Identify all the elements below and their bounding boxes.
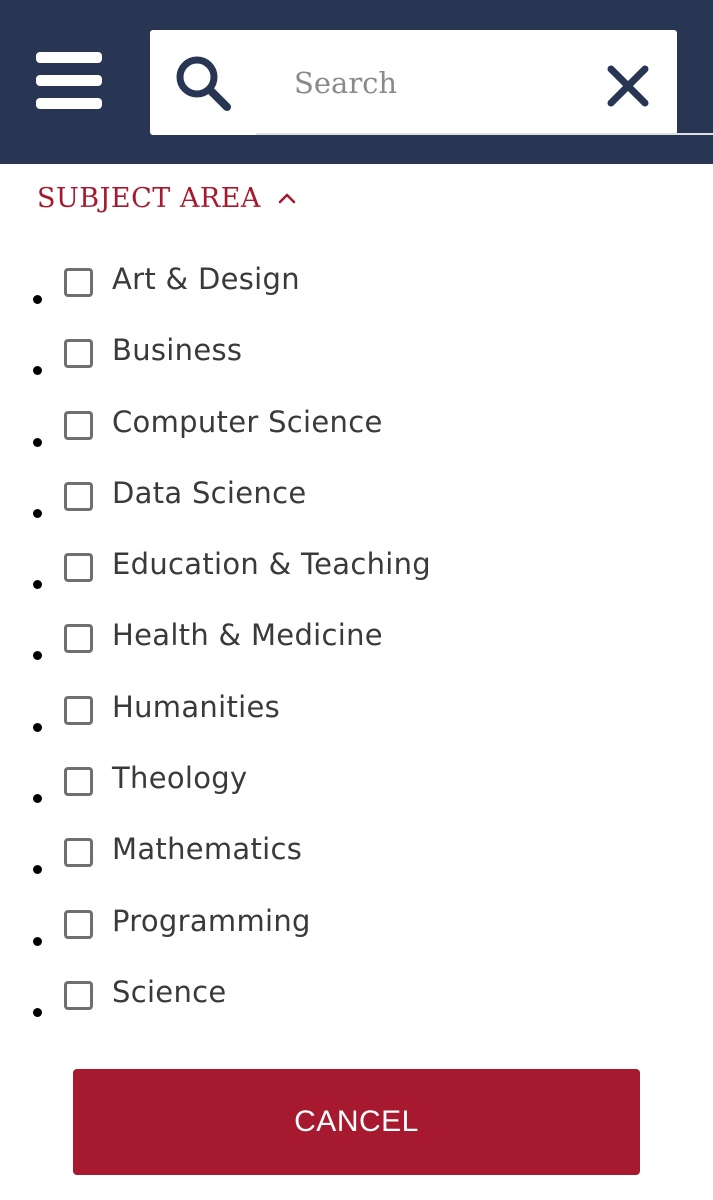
subject-item: Education & Teaching bbox=[0, 533, 713, 604]
hamburger-menu-icon[interactable] bbox=[36, 52, 102, 110]
subject-label[interactable]: Education & Teaching bbox=[112, 547, 431, 581]
list-bullet bbox=[33, 651, 42, 661]
filter-title: SUBJECT AREA bbox=[37, 182, 261, 214]
checkbox[interactable] bbox=[64, 838, 93, 868]
list-bullet bbox=[33, 508, 42, 518]
list-bullet bbox=[33, 366, 42, 376]
subject-item: Computer Science bbox=[0, 391, 713, 462]
checkbox[interactable] bbox=[64, 339, 93, 369]
subject-list: Art & Design Business Computer Science D… bbox=[0, 248, 713, 1032]
checkbox[interactable] bbox=[64, 767, 93, 797]
top-bar bbox=[0, 0, 713, 164]
cancel-button[interactable]: CANCEL bbox=[73, 1069, 640, 1175]
subject-label[interactable]: Data Science bbox=[112, 476, 306, 510]
checkbox[interactable] bbox=[64, 624, 93, 654]
subject-item: Health & Medicine bbox=[0, 604, 713, 675]
subject-item: Data Science bbox=[0, 462, 713, 533]
search-input[interactable] bbox=[256, 56, 586, 110]
checkbox[interactable] bbox=[64, 410, 93, 440]
subject-item: Programming bbox=[0, 890, 713, 961]
subject-item: Theology bbox=[0, 747, 713, 818]
search-underline bbox=[256, 133, 713, 135]
list-bullet bbox=[33, 794, 42, 804]
subject-label[interactable]: Science bbox=[112, 975, 227, 1009]
checkbox[interactable] bbox=[64, 481, 93, 511]
subject-label[interactable]: Health & Medicine bbox=[112, 618, 383, 652]
list-bullet bbox=[33, 865, 42, 875]
list-bullet bbox=[33, 437, 42, 447]
checkbox[interactable] bbox=[64, 980, 93, 1010]
list-bullet bbox=[33, 722, 42, 732]
checkbox[interactable] bbox=[64, 909, 93, 939]
menu-bar-line bbox=[36, 52, 102, 63]
chevron-up-icon bbox=[278, 193, 296, 204]
search-box bbox=[150, 30, 713, 135]
subject-item: Humanities bbox=[0, 676, 713, 747]
subject-label[interactable]: Theology bbox=[112, 761, 247, 795]
search-icon[interactable] bbox=[172, 52, 234, 114]
menu-bar-line bbox=[36, 98, 102, 109]
subject-item: Mathematics bbox=[0, 818, 713, 889]
menu-bar-line bbox=[36, 75, 102, 86]
subject-label[interactable]: Programming bbox=[112, 904, 311, 938]
list-bullet bbox=[33, 295, 42, 304]
list-bullet bbox=[33, 936, 42, 946]
subject-label[interactable]: Art & Design bbox=[112, 262, 300, 296]
checkbox[interactable] bbox=[64, 268, 93, 297]
checkbox[interactable] bbox=[64, 553, 93, 583]
subject-item: Science bbox=[0, 961, 713, 1032]
checkbox[interactable] bbox=[64, 695, 93, 725]
subject-item: Art & Design bbox=[0, 248, 713, 319]
subject-label[interactable]: Humanities bbox=[112, 690, 280, 724]
subject-label[interactable]: Mathematics bbox=[112, 832, 302, 866]
list-bullet bbox=[33, 580, 42, 590]
close-icon[interactable] bbox=[605, 63, 651, 109]
subject-label[interactable]: Computer Science bbox=[112, 405, 383, 439]
subject-label[interactable]: Business bbox=[112, 333, 242, 367]
subject-area-toggle[interactable]: SUBJECT AREA bbox=[37, 176, 297, 220]
list-bullet bbox=[33, 1007, 42, 1017]
subject-item: Business bbox=[0, 319, 713, 390]
